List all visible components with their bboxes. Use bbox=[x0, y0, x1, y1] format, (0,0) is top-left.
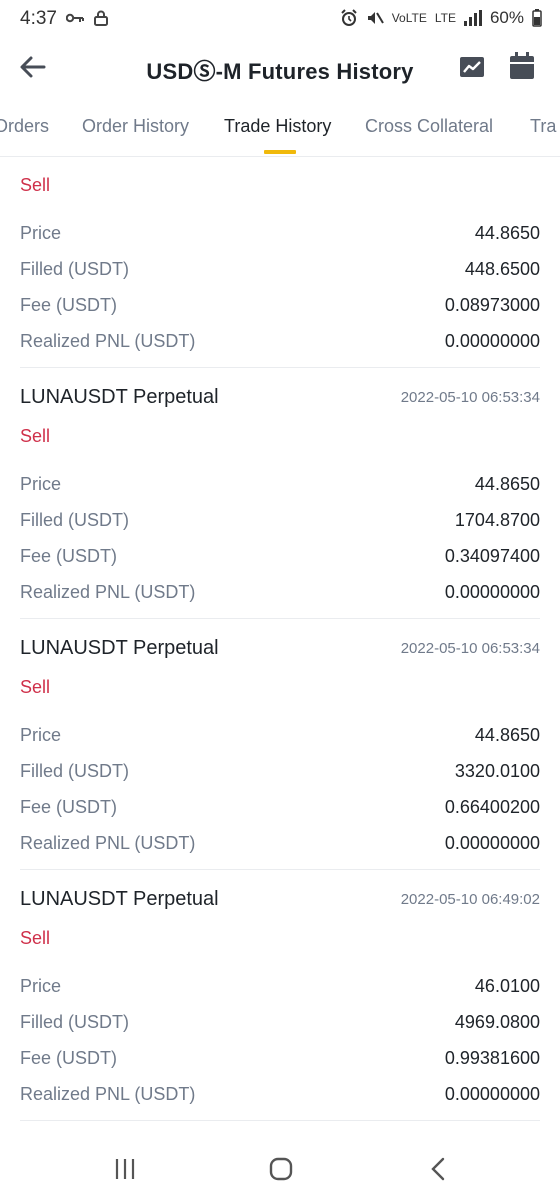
pnl-label: Realized PNL (USDT) bbox=[20, 582, 196, 602]
active-tab-indicator bbox=[264, 150, 296, 154]
fee-value: 0.99381600 bbox=[444, 1048, 540, 1068]
filled-value: 1704.8700 bbox=[454, 510, 540, 530]
pnl-value: 0.00000000 bbox=[444, 582, 540, 602]
price-value: 44.8650 bbox=[474, 725, 540, 745]
network-type: LTE bbox=[434, 11, 456, 25]
filled-label: Filled (USDT) bbox=[20, 761, 130, 781]
pnl-label: Realized PNL (USDT) bbox=[20, 833, 196, 853]
price-label: Price bbox=[20, 725, 62, 745]
tab-trade-history[interactable]: Trade History bbox=[224, 116, 331, 137]
tab-bar: Orders Order History Trade History Cross… bbox=[0, 100, 560, 157]
calendar-icon[interactable] bbox=[508, 51, 536, 81]
filled-label: Filled (USDT) bbox=[20, 259, 130, 279]
pnl-value: 0.00000000 bbox=[444, 833, 540, 853]
price-label: Price bbox=[20, 474, 62, 494]
price-label: Price bbox=[20, 223, 62, 243]
fee-value: 0.66400200 bbox=[444, 797, 540, 817]
chart-icon[interactable] bbox=[458, 53, 486, 81]
mute-icon bbox=[367, 12, 384, 24]
trade-side: Sell bbox=[20, 677, 51, 697]
nav-back-icon[interactable] bbox=[428, 1156, 448, 1182]
trade-time: 2022-05-10 06:53:34 bbox=[400, 640, 540, 657]
battery-icon bbox=[532, 9, 542, 27]
fee-label: Fee (USDT) bbox=[20, 295, 118, 315]
price-label: Price bbox=[20, 976, 62, 996]
status-bar: 4:37 VoLTE LTE 60% bbox=[0, 0, 560, 40]
pnl-label: Realized PNL (USDT) bbox=[20, 1084, 196, 1104]
key-icon bbox=[66, 13, 84, 23]
tab-cross-collateral[interactable]: Cross Collateral bbox=[365, 116, 493, 137]
divider bbox=[20, 869, 540, 870]
tab-transaction[interactable]: Tra bbox=[530, 116, 556, 137]
divider bbox=[20, 618, 540, 619]
filled-value: 4969.0800 bbox=[454, 1012, 540, 1032]
tab-order-history[interactable]: Order History bbox=[82, 116, 189, 137]
system-nav-bar bbox=[0, 1140, 560, 1200]
recent-apps-icon[interactable] bbox=[114, 1158, 136, 1180]
signal-icon bbox=[463, 10, 482, 26]
fee-value: 0.34097400 bbox=[444, 546, 540, 566]
alarm-icon bbox=[340, 9, 357, 26]
trade-side: Sell bbox=[20, 928, 51, 948]
price-value: 44.8650 bbox=[474, 223, 540, 243]
battery-level: 60% bbox=[489, 8, 524, 27]
trade-time: 2022-05-10 06:53:34 bbox=[400, 389, 540, 406]
fee-label: Fee (USDT) bbox=[20, 797, 118, 817]
trade-symbol: LUNAUSDT Perpetual bbox=[20, 386, 219, 408]
divider bbox=[20, 367, 540, 368]
status-time: 4:37 bbox=[20, 8, 57, 29]
filled-label: Filled (USDT) bbox=[20, 510, 130, 530]
divider bbox=[20, 1120, 540, 1121]
filled-value: 3320.0100 bbox=[454, 761, 540, 781]
trade-time: 2022-05-10 06:49:02 bbox=[400, 891, 540, 908]
tab-orders[interactable]: Orders bbox=[0, 116, 49, 137]
price-value: 46.0100 bbox=[474, 976, 540, 996]
pnl-value: 0.00000000 bbox=[444, 331, 540, 351]
fee-label: Fee (USDT) bbox=[20, 1048, 118, 1068]
filled-label: Filled (USDT) bbox=[20, 1012, 130, 1032]
trade-side: Sell bbox=[20, 175, 51, 195]
trade-list[interactable]: Sell Price 44.8650 Filled (USDT) 448.650… bbox=[0, 157, 560, 1157]
trade-symbol: LUNAUSDT Perpetual bbox=[20, 888, 219, 910]
volte-icon: VoLTE bbox=[391, 11, 427, 25]
fee-label: Fee (USDT) bbox=[20, 546, 118, 566]
pnl-label: Realized PNL (USDT) bbox=[20, 331, 196, 351]
trade-side: Sell bbox=[20, 426, 51, 446]
home-icon[interactable] bbox=[268, 1156, 294, 1182]
price-value: 44.8650 bbox=[474, 474, 540, 494]
lock-icon bbox=[94, 10, 108, 26]
app-header: USDⓈ-M Futures History bbox=[0, 40, 560, 96]
fee-value: 0.08973000 bbox=[444, 295, 540, 315]
filled-value: 448.6500 bbox=[464, 259, 540, 279]
pnl-value: 0.00000000 bbox=[444, 1084, 540, 1104]
trade-symbol: LUNAUSDT Perpetual bbox=[20, 637, 219, 659]
